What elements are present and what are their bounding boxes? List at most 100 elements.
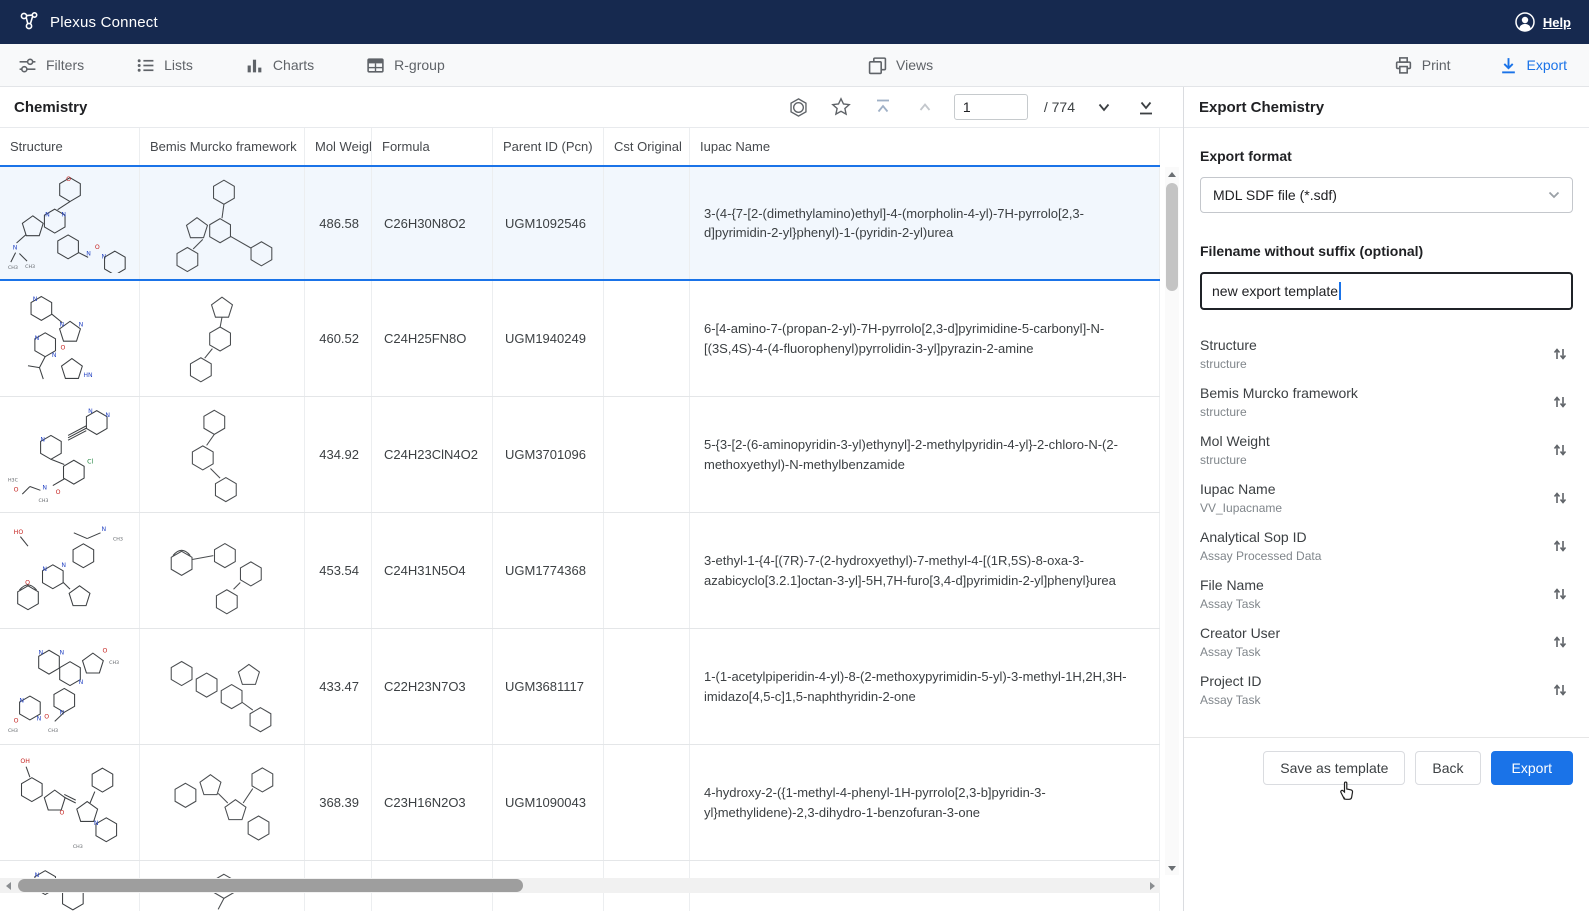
framework-image	[140, 513, 304, 628]
charts-icon	[245, 56, 264, 75]
cell-parent-id: UGM3701096	[493, 397, 604, 512]
svg-text:O: O	[94, 244, 99, 251]
cell-mol-weight: 460.52	[305, 281, 372, 396]
svg-text:N: N	[51, 352, 56, 359]
horizontal-scrollbar[interactable]	[0, 878, 1160, 893]
export-icon	[1499, 56, 1518, 75]
table-row[interactable]: N NN NN O HN 460.52	[0, 281, 1160, 397]
go-first-button[interactable]	[870, 94, 896, 120]
page-input[interactable]	[954, 94, 1028, 120]
reorder-field-button[interactable]	[1547, 389, 1573, 415]
filename-input[interactable]: new export template	[1200, 272, 1573, 310]
help-link[interactable]: Help	[1514, 11, 1571, 33]
svg-text:CH3: CH3	[7, 265, 17, 271]
charts-button[interactable]: Charts	[245, 56, 314, 75]
save-as-template-button[interactable]: Save as template	[1263, 751, 1405, 785]
print-button[interactable]: Print	[1394, 56, 1451, 75]
scroll-right-arrow[interactable]	[1144, 878, 1160, 893]
svg-text:N: N	[88, 408, 93, 415]
export-button[interactable]: Export	[1491, 751, 1573, 785]
vertical-scrollbar[interactable]	[1165, 167, 1179, 875]
table-row[interactable]: NNN OCH3 N OCH3 NN OCH3 433.47	[0, 629, 1160, 745]
cell-formula: C26H30N8O2	[372, 167, 493, 279]
cell-formula: C24H31N5O4	[372, 513, 493, 628]
reorder-field-button[interactable]	[1547, 437, 1573, 463]
table-row[interactable]: HO NCH3 NN O	[0, 513, 1160, 629]
cell-iupac-name: 5-{3-[2-(6-aminopyridin-3-yl)ethynyl]-2-…	[690, 397, 1160, 512]
structure-image: OH O NCH3	[0, 745, 139, 860]
field-label: Mol Weight	[1200, 433, 1270, 450]
table-body: O NN N CH3 CH3 NON	[0, 165, 1160, 911]
field-source: Assay Task	[1200, 597, 1264, 611]
column-header-parent-id[interactable]: Parent ID (Pcn)	[493, 128, 604, 165]
reorder-field-button[interactable]	[1547, 677, 1573, 703]
export-toolbar-button[interactable]: Export	[1499, 56, 1567, 75]
svg-text:CH3: CH3	[25, 264, 35, 270]
previous-record-button[interactable]	[912, 94, 938, 120]
svg-text:O: O	[44, 713, 49, 720]
structure-search-button[interactable]	[786, 94, 812, 120]
column-header-mol-weight[interactable]: Mol Weight	[305, 128, 372, 165]
vertical-scrollbar-thumb[interactable]	[1166, 183, 1178, 291]
table-row[interactable]: O NN N CH3 CH3 NON	[0, 165, 1160, 281]
cell-parent-id: UGM3681117	[493, 629, 604, 744]
back-button[interactable]: Back	[1415, 751, 1480, 785]
favorite-button[interactable]	[828, 94, 854, 120]
framework-image	[140, 629, 304, 744]
svg-text:CH3: CH3	[38, 497, 48, 503]
field-label: Structure	[1200, 337, 1257, 354]
structure-image: N NN NN O HN	[0, 281, 139, 396]
rgroup-button[interactable]: R-group	[366, 56, 445, 75]
go-last-button[interactable]	[1133, 94, 1159, 120]
table-row[interactable]: NN N Cl ON OH3C CH3	[0, 397, 1160, 513]
views-button[interactable]: Views	[868, 56, 933, 75]
table-row[interactable]: OH O NCH3 368.39	[0, 745, 1160, 861]
column-header-iupac-name[interactable]: Iupac Name	[690, 128, 1160, 165]
cell-iupac-name: 3-(4-{7-[2-(dimethylamino)ethyl]-4-(morp…	[690, 167, 1160, 279]
export-field-row: Structure structure	[1200, 330, 1573, 378]
export-field-row: File Name Assay Task	[1200, 570, 1573, 618]
reorder-field-button[interactable]	[1547, 485, 1573, 511]
swap-vertical-icon	[1551, 345, 1569, 363]
export-format-select[interactable]: MDL SDF file (*.sdf)	[1200, 177, 1573, 213]
reorder-field-button[interactable]	[1547, 533, 1573, 559]
cell-parent-id: UGM1090043	[493, 745, 604, 860]
svg-text:O: O	[13, 717, 18, 724]
column-header-structure[interactable]: Structure	[0, 128, 140, 165]
svg-text:CH3: CH3	[72, 843, 82, 849]
chemistry-grid: Chemistry	[0, 87, 1183, 911]
filters-label: Filters	[46, 57, 84, 73]
svg-text:HN: HN	[83, 372, 93, 379]
svg-text:O: O	[66, 176, 71, 183]
cell-cst-original	[604, 745, 690, 860]
cell-cst-original	[604, 513, 690, 628]
horizontal-scrollbar-thumb[interactable]	[18, 879, 523, 892]
chevron-up-icon	[915, 97, 935, 117]
export-field-row: Analytical Sop ID Assay Processed Data	[1200, 522, 1573, 570]
export-toolbar-label: Export	[1527, 57, 1567, 73]
lists-button[interactable]: Lists	[136, 56, 193, 75]
column-header-framework[interactable]: Bemis Murcko framework	[140, 128, 305, 165]
swap-vertical-icon	[1551, 489, 1569, 507]
svg-text:N: N	[19, 697, 24, 704]
svg-text:O: O	[60, 344, 65, 351]
page-dropdown-button[interactable]	[1091, 94, 1117, 120]
reorder-field-button[interactable]	[1547, 341, 1573, 367]
scroll-down-arrow[interactable]	[1165, 861, 1179, 875]
chevron-down-icon	[1548, 191, 1560, 199]
reorder-field-button[interactable]	[1547, 581, 1573, 607]
swap-vertical-icon	[1551, 633, 1569, 651]
scroll-left-arrow[interactable]	[0, 878, 16, 893]
reorder-field-button[interactable]	[1547, 629, 1573, 655]
cell-iupac-name: 6-[4-amino-7-(propan-2-yl)-7H-pyrrolo[2,…	[690, 281, 1160, 396]
column-header-formula[interactable]: Formula	[372, 128, 493, 165]
svg-text:O: O	[13, 486, 18, 493]
svg-text:OH: OH	[20, 757, 30, 764]
svg-text:N: N	[32, 295, 37, 302]
app-title: Plexus Connect	[50, 14, 158, 31]
column-header-cst-original[interactable]: Cst Original	[604, 128, 690, 165]
filters-button[interactable]: Filters	[18, 56, 84, 75]
account-icon	[1514, 11, 1536, 33]
field-label: Bemis Murcko framework	[1200, 385, 1358, 402]
scroll-up-arrow[interactable]	[1165, 167, 1179, 181]
